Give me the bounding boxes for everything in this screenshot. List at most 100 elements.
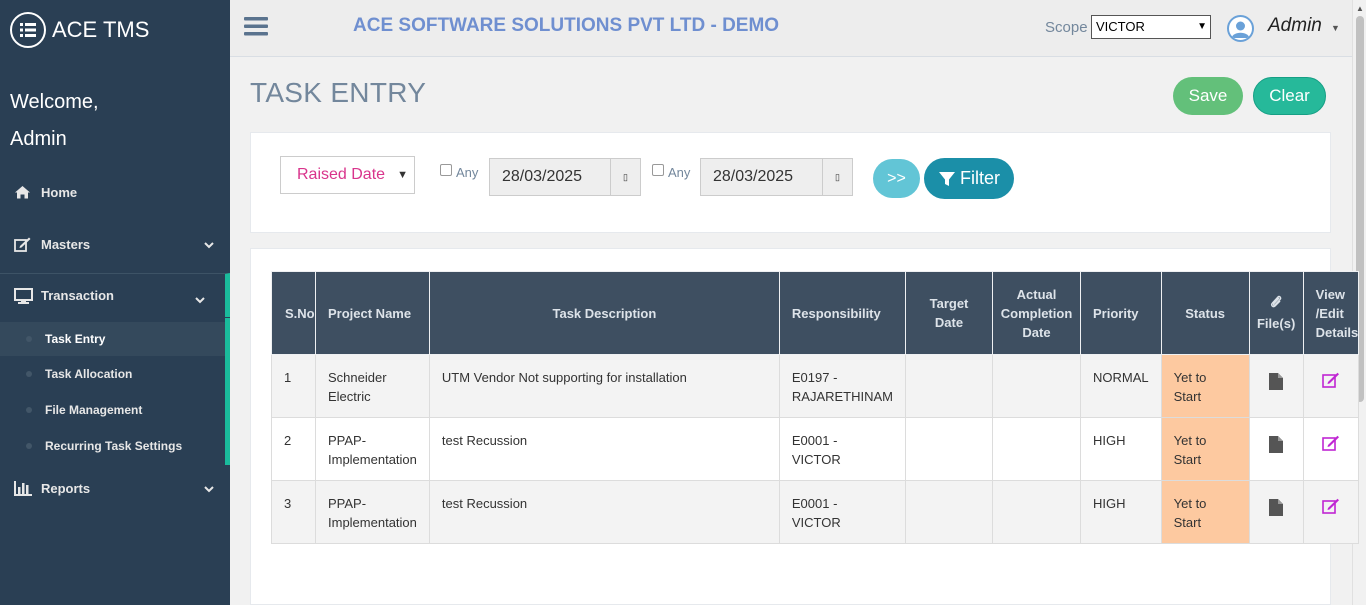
file-icon[interactable] [1268, 435, 1284, 459]
edit-icon[interactable] [1322, 498, 1340, 519]
table-row: 2 PPAP- Implementation test Recussion E00… [271, 417, 1360, 481]
edit-square-icon [14, 237, 36, 252]
brand[interactable]: ACE TMS [10, 12, 149, 48]
sidebar-subitem-label: Recurring Task Settings [45, 439, 183, 453]
calendar-icon[interactable]: ▯ [610, 158, 641, 196]
cell-line: Schneider [328, 370, 387, 385]
sidebar-item-reports[interactable]: Reports [0, 468, 230, 508]
cell-line: Electric [328, 389, 371, 404]
date-type-value: Raised Date [297, 166, 386, 183]
any-from-label: Any [456, 165, 479, 180]
filter-icon [939, 171, 955, 186]
col-header-status[interactable]: Status [1160, 271, 1250, 355]
sidebar-item-label: Reports [41, 480, 91, 496]
user-name[interactable]: Admin [1268, 15, 1322, 37]
header-line: Completion [1000, 305, 1073, 321]
date-type-select[interactable]: Raised Date ▼ [280, 156, 415, 194]
sidebar-item-label: Transaction [41, 288, 114, 303]
to-date-input[interactable]: 28/03/2025 [700, 158, 823, 196]
brand-title: ACE TMS [52, 17, 150, 42]
cell-description: test Recussion [428, 417, 780, 481]
cell-view-edit [1302, 354, 1360, 418]
bullet-icon [26, 407, 32, 413]
cell-actual-date [992, 417, 1082, 481]
chevron-down-icon [204, 481, 214, 496]
cell-status: Yet to Start [1160, 480, 1250, 544]
col-header-description[interactable]: Task Description [428, 271, 780, 355]
cell-line: Start [1173, 515, 1202, 530]
header-line: Date [1022, 324, 1051, 340]
welcome-text: Welcome, Admin [10, 84, 99, 158]
sidebar-item-transaction[interactable]: Transaction [0, 273, 230, 317]
any-from-checkbox[interactable] [440, 164, 452, 176]
cell-files [1248, 480, 1304, 544]
sidebar-subitem-recurring-task-settings[interactable]: Recurring Task Settings [0, 429, 225, 463]
sidebar: ACE TMS Welcome, Admin Home Masters Tran… [0, 0, 230, 605]
col-header-target-date[interactable]: Target Date [905, 271, 994, 355]
cell-line: E0001 - [791, 433, 838, 448]
topbar: ACE SOFTWARE SOLUTIONS PVT LTD - DEMO Sc… [230, 0, 1352, 57]
header-line: Actual [1016, 286, 1057, 302]
bullet-icon [26, 443, 32, 449]
sidebar-subitem-file-management[interactable]: File Management [0, 393, 225, 427]
chevron-down-icon [195, 292, 205, 307]
col-header-priority[interactable]: Priority [1080, 271, 1162, 355]
transaction-submenu: Task Entry Task Allocation File Manageme… [0, 318, 230, 465]
col-header-view-edit[interactable]: View /Edit Details [1302, 271, 1360, 355]
paperclip-icon [1250, 294, 1303, 314]
any-to-checkbox[interactable] [652, 164, 664, 176]
save-button[interactable]: Save [1173, 77, 1243, 115]
filter-button[interactable]: Filter [924, 158, 1014, 199]
cell-sno: 1 [271, 354, 316, 418]
cell-line: Start [1173, 452, 1202, 467]
header-line: /Edit [1315, 305, 1344, 321]
col-header-files[interactable]: File(s) [1248, 271, 1304, 355]
cell-priority: NORMAL [1080, 354, 1162, 418]
header-line: View [1315, 286, 1346, 302]
brand-logo-icon [10, 12, 46, 48]
col-header-project[interactable]: Project Name [315, 271, 430, 355]
sidebar-subitem-task-allocation[interactable]: Task Allocation [0, 357, 225, 391]
sidebar-item-masters[interactable]: Masters [0, 224, 230, 264]
cell-target-date [905, 480, 994, 544]
file-icon[interactable] [1268, 498, 1284, 522]
sidebar-item-home[interactable]: Home [0, 172, 230, 212]
edit-icon[interactable] [1322, 435, 1340, 456]
cell-sno: 3 [271, 480, 316, 544]
clear-button[interactable]: Clear [1253, 77, 1326, 115]
bar-chart-icon [14, 480, 36, 496]
avatar[interactable] [1227, 15, 1254, 42]
home-icon [14, 185, 36, 199]
calendar-icon[interactable]: ▯ [822, 158, 853, 196]
cell-description: test Recussion [428, 480, 780, 544]
cell-line: Yet to [1173, 433, 1207, 448]
bullet-icon [26, 336, 32, 342]
col-header-sno[interactable]: S.No [271, 271, 316, 355]
welcome-user: Admin [10, 128, 67, 150]
sidebar-subitem-task-entry[interactable]: Task Entry [0, 322, 225, 356]
table-row: 1 Schneider Electric UTM Vendor Not suppo… [271, 354, 1360, 418]
sidebar-subitem-label: File Management [45, 403, 143, 417]
col-header-actual-completion[interactable]: Actual Completion Date [992, 271, 1082, 355]
scroll-up-icon[interactable]: ▲ [1356, 4, 1364, 13]
cell-line: VICTOR [791, 515, 841, 530]
go-button[interactable]: >> [873, 159, 920, 198]
caret-down-icon[interactable]: ▼ [1331, 23, 1340, 33]
file-icon[interactable] [1268, 372, 1284, 396]
cell-line: RAJARETHINAM [791, 389, 894, 404]
sidebar-item-label: Masters [41, 236, 91, 252]
col-header-responsibility[interactable]: Responsibility [778, 271, 907, 355]
menu-toggle-icon[interactable] [244, 16, 268, 41]
chevron-down-icon [204, 237, 214, 252]
sidebar-item-label: Home [41, 184, 78, 200]
header-line: File(s) [1256, 315, 1296, 331]
cell-line: E0197 - [791, 370, 838, 385]
scope-select[interactable]: VICTOR ▼ [1091, 15, 1211, 39]
from-date-input[interactable]: 28/03/2025 [489, 158, 611, 196]
edit-icon[interactable] [1322, 372, 1340, 393]
cell-responsibility: E0001 - VICTOR [778, 417, 907, 481]
cell-actual-date [992, 480, 1082, 544]
page-title: TASK ENTRY [250, 77, 427, 108]
header-line: Date [934, 315, 964, 330]
cell-priority: HIGH [1080, 480, 1162, 544]
